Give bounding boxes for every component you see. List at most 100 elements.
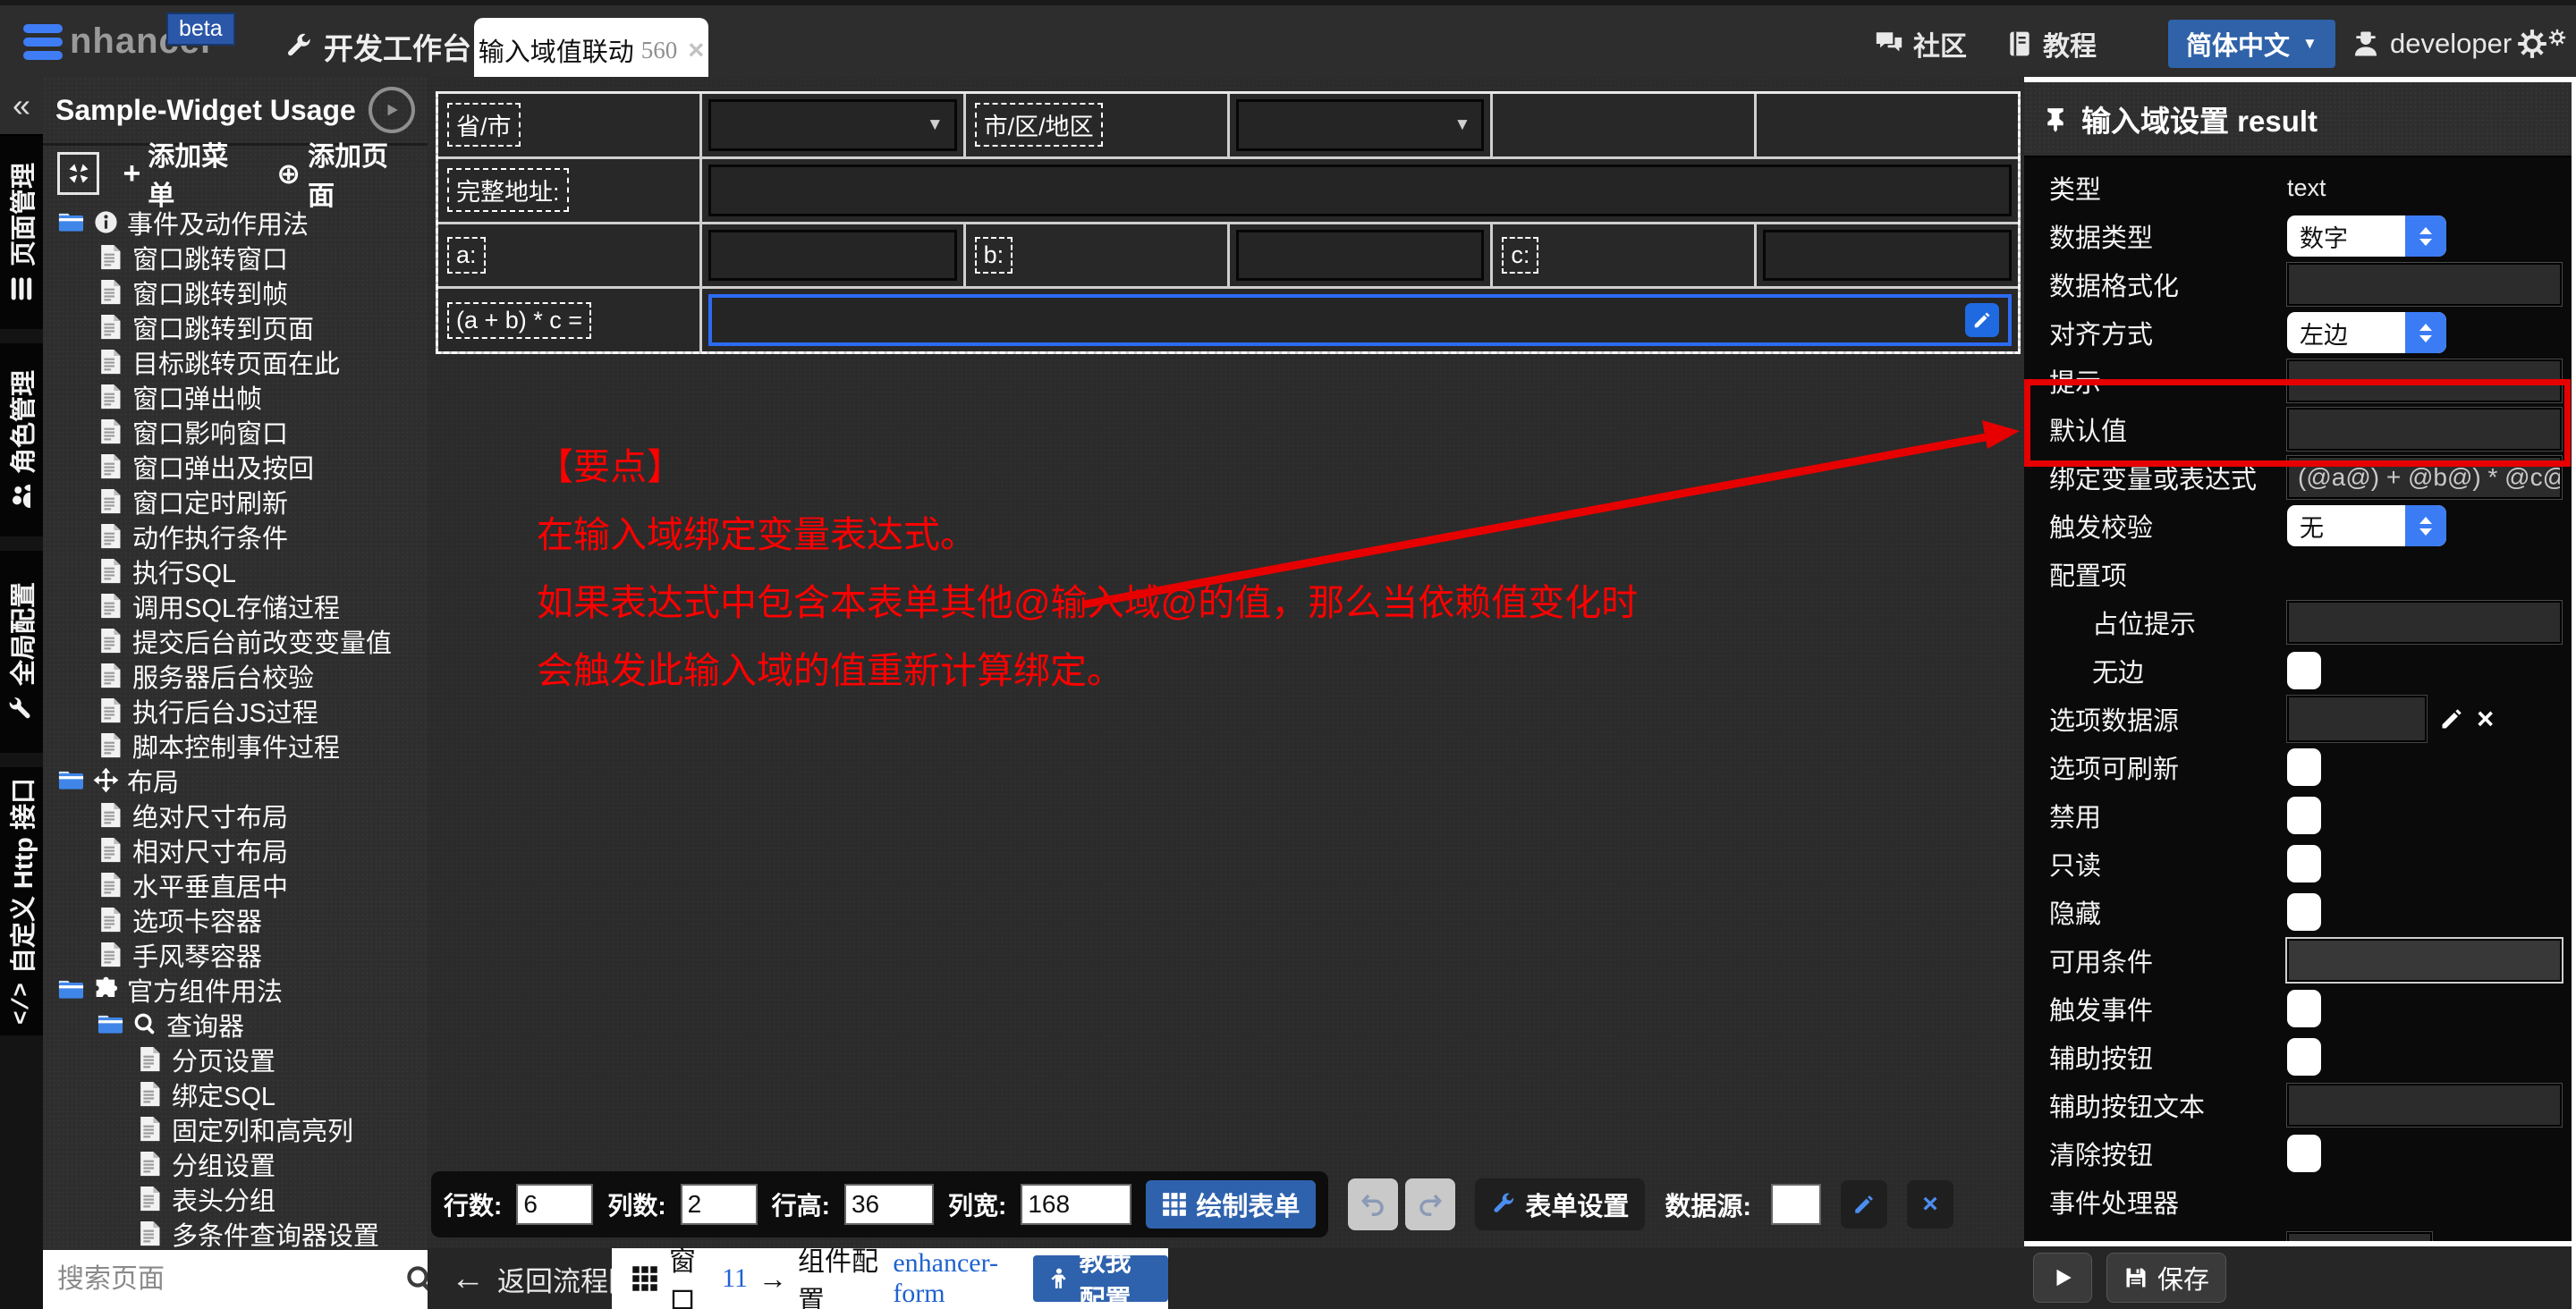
datasource-input[interactable]	[1771, 1184, 1821, 1225]
language-select-button[interactable]: 简体中文 ▼	[2168, 20, 2335, 68]
panel-input[interactable]	[2287, 601, 2562, 644]
tree-folder[interactable]: 布局	[43, 763, 428, 798]
form-dropdown[interactable]: ▼	[708, 99, 957, 151]
tree-page-item[interactable]: 窗口影响窗口	[43, 414, 428, 449]
grid-field-input[interactable]	[681, 1184, 758, 1225]
form-grid-cell[interactable]	[1230, 224, 1491, 287]
grid-field-input[interactable]	[1021, 1184, 1131, 1225]
panel-input[interactable]	[2287, 263, 2562, 306]
pin-icon[interactable]	[2042, 106, 2069, 132]
save-button[interactable]: 保存	[2106, 1253, 2226, 1303]
user-menu[interactable]: developer	[2351, 5, 2512, 82]
teach-me-button[interactable]: 教我配置	[1033, 1255, 1168, 1302]
form-input-selected[interactable]	[708, 294, 2012, 346]
settings-gears-button[interactable]	[2515, 27, 2567, 61]
panel-input[interactable]	[2287, 1084, 2562, 1127]
strip-tab-3[interactable]: 全局配置	[0, 551, 43, 753]
datasource-clear-button[interactable]: ×	[1907, 1180, 1953, 1229]
panel-checkbox[interactable]	[2287, 652, 2321, 689]
panel-mini-input[interactable]	[2287, 696, 2427, 742]
form-input[interactable]	[1763, 230, 2012, 282]
form-input[interactable]	[708, 165, 2012, 216]
panel-checkbox[interactable]	[2287, 797, 2321, 834]
form-grid-cell[interactable]	[702, 224, 963, 287]
form-grid-cell[interactable]: a:	[438, 224, 699, 287]
form-grid-cell[interactable]	[702, 159, 2018, 222]
draw-form-button[interactable]: 绘制表单	[1146, 1180, 1316, 1229]
tree-page-item[interactable]: 水平垂直居中	[43, 867, 428, 902]
panel-input[interactable]	[2287, 939, 2562, 982]
tree-page-item[interactable]: 选项卡容器	[43, 902, 428, 937]
panel-checkbox[interactable]	[2287, 845, 2321, 883]
panel-textarea[interactable]	[2287, 1232, 2432, 1241]
expand-tree-button[interactable]	[57, 152, 99, 195]
panel-input[interactable]	[2287, 408, 2562, 451]
tree-folder[interactable]: 查询器	[43, 1007, 428, 1042]
form-grid-cell[interactable]: b:	[966, 224, 1227, 287]
undo-button[interactable]	[1348, 1178, 1398, 1230]
form-grid-cell[interactable]: 市/区/地区	[966, 94, 1227, 156]
panel-input[interactable]	[2287, 359, 2562, 402]
tree-page-item[interactable]: 窗口跳转到帧	[43, 274, 428, 309]
tree-page-item[interactable]: 绝对尺寸布局	[43, 798, 428, 832]
tree-folder[interactable]: 事件及动作用法	[43, 205, 428, 240]
component-name-link[interactable]: enhancer-form	[893, 1248, 1016, 1309]
strip-tab-4[interactable]: </>自定义 Http 接口	[0, 767, 43, 1035]
tree-page-item[interactable]: 动作执行条件	[43, 519, 428, 553]
form-grid-widget[interactable]: 省/市▼市/区/地区▼完整地址:a:b:c:(a + b) * c =	[436, 91, 2021, 354]
panel-checkbox[interactable]	[2287, 748, 2321, 786]
panel-select[interactable]: 无	[2287, 505, 2446, 546]
form-grid-cell[interactable]	[1757, 224, 2018, 287]
tree-folder[interactable]: 官方组件用法	[43, 972, 428, 1007]
tree-page-item[interactable]: 调用SQL存储过程	[43, 588, 428, 623]
pencil-icon[interactable]	[2439, 706, 2464, 731]
form-grid-cell[interactable]: 完整地址:	[438, 159, 699, 222]
tree-page-item[interactable]: 表头分组	[43, 1181, 428, 1216]
run-project-button[interactable]	[369, 87, 415, 133]
x-icon[interactable]: ×	[2477, 702, 2494, 736]
tree-page-item[interactable]: 目标跳转页面在此	[43, 344, 428, 379]
grid-field-input[interactable]	[844, 1184, 934, 1225]
tree-page-item[interactable]: 提交后台前改变变量值	[43, 623, 428, 658]
form-grid-cell[interactable]: 省/市	[438, 94, 699, 156]
edit-expression-button[interactable]	[1965, 303, 1999, 337]
tree-page-item[interactable]: 窗口弹出及按回	[43, 449, 428, 484]
datasource-edit-button[interactable]	[1841, 1180, 1887, 1229]
panel-checkbox[interactable]	[2287, 893, 2321, 931]
tree-page-item[interactable]: 窗口定时刷新	[43, 484, 428, 519]
tree-page-item[interactable]: 绑定SQL	[43, 1077, 428, 1111]
tree-page-item[interactable]: 脚本控制事件过程	[43, 728, 428, 763]
form-grid-cell[interactable]: ▼	[702, 94, 963, 156]
tree-page-item[interactable]: 相对尺寸布局	[43, 832, 428, 867]
panel-checkbox[interactable]	[2287, 990, 2321, 1027]
tree-page-item[interactable]: 固定列和高亮列	[43, 1111, 428, 1146]
tree-page-item[interactable]: 窗口跳转窗口	[43, 240, 428, 274]
tree-page-item[interactable]: 执行后台JS过程	[43, 693, 428, 728]
redo-button[interactable]	[1405, 1178, 1455, 1230]
tree-page-item[interactable]: 分组设置	[43, 1146, 428, 1181]
community-link[interactable]: 社区	[1874, 5, 1967, 82]
form-settings-button[interactable]: 表单设置	[1475, 1178, 1645, 1230]
panel-checkbox[interactable]	[2287, 1135, 2321, 1172]
search-input[interactable]	[55, 1263, 404, 1296]
strip-tab-1[interactable]: 页面管理	[0, 136, 43, 329]
panel-checkbox[interactable]	[2287, 1038, 2321, 1076]
form-dropdown[interactable]: ▼	[1236, 99, 1485, 151]
tree-page-item[interactable]: 窗口跳转到页面	[43, 309, 428, 344]
strip-tab-2[interactable]: 角色管理	[0, 343, 43, 536]
form-input[interactable]	[708, 230, 957, 282]
panel-input[interactable]: (@a@) + @b@) * @c@	[2287, 456, 2562, 499]
open-page-tab[interactable]: 输入域值联动 560 ×	[474, 18, 708, 82]
form-grid-cell[interactable]: c:	[1493, 224, 1754, 287]
form-grid-cell[interactable]: (a + b) * c =	[438, 289, 699, 351]
form-grid-cell[interactable]	[1493, 94, 1754, 156]
preview-play-button[interactable]	[2033, 1253, 2092, 1303]
grid-field-input[interactable]	[516, 1184, 593, 1225]
window-number-link[interactable]: 11	[722, 1263, 748, 1294]
panel-select[interactable]: 左边	[2287, 312, 2446, 353]
tree-page-item[interactable]: 手风琴容器	[43, 937, 428, 972]
form-grid-cell[interactable]	[1757, 94, 2018, 156]
back-to-flow-button[interactable]: ← 返回流程图	[451, 1248, 636, 1309]
form-grid-cell[interactable]	[702, 289, 2018, 351]
tree-page-item[interactable]: 执行SQL	[43, 553, 428, 588]
